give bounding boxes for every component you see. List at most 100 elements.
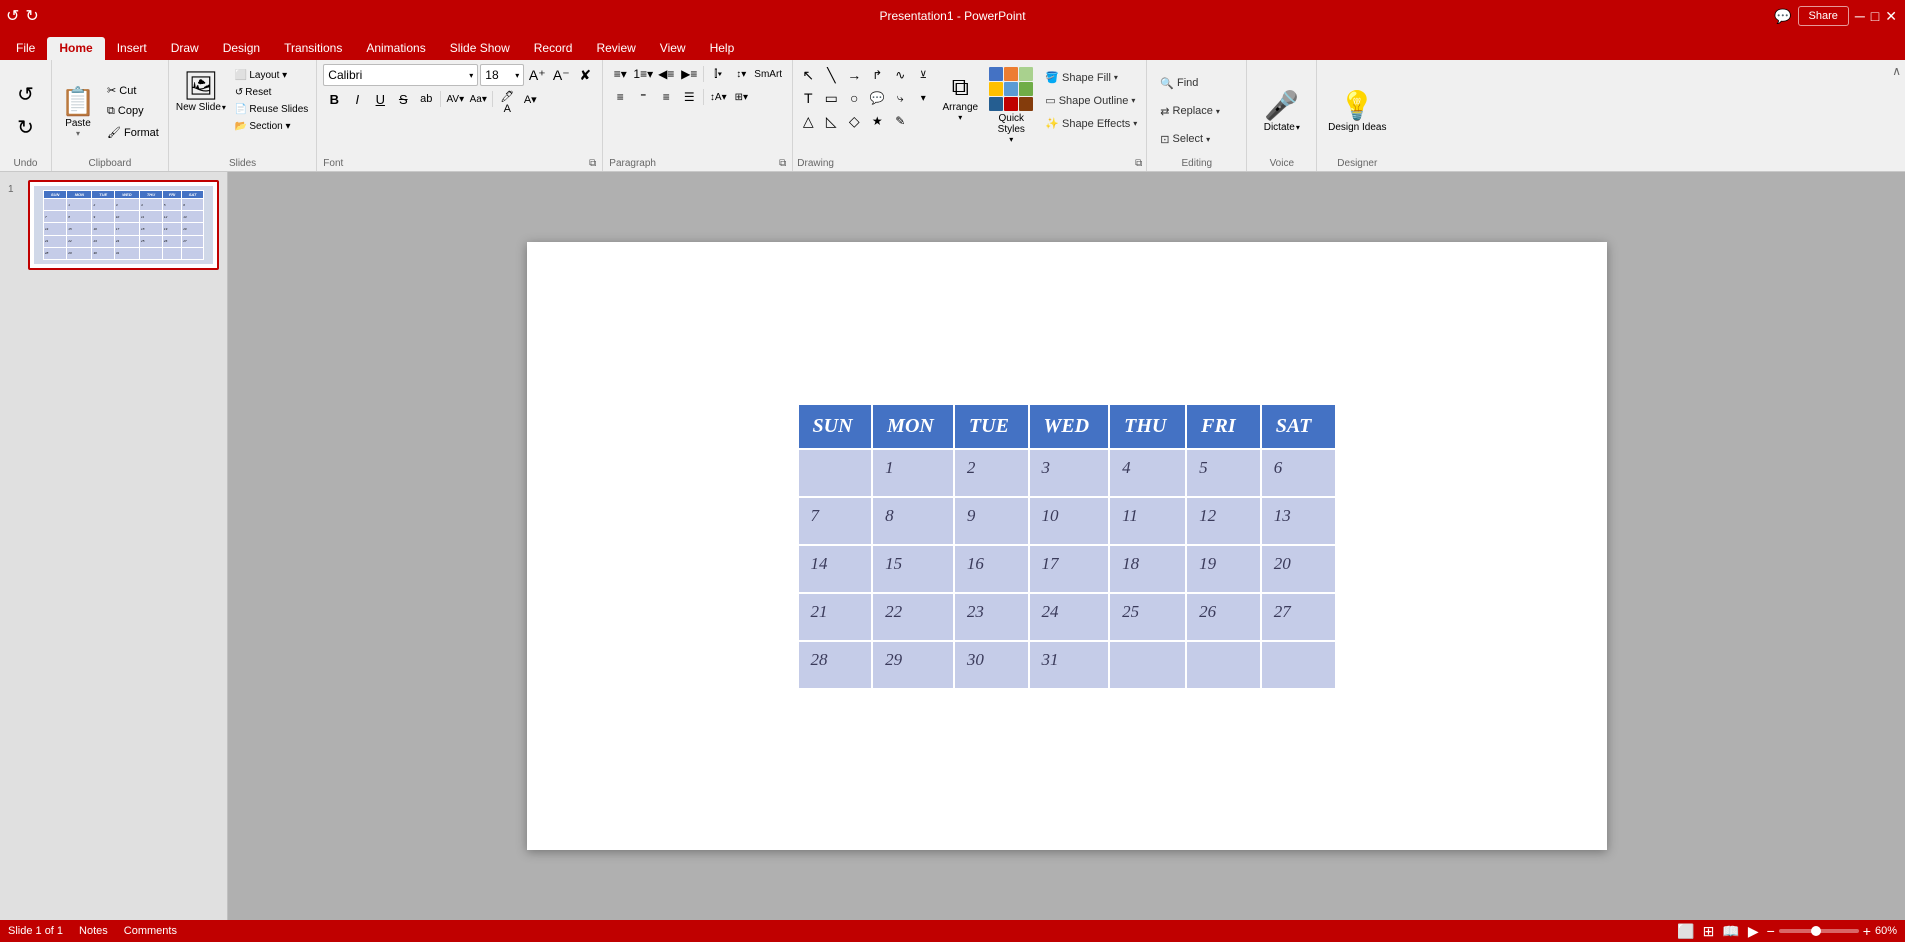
tab-file[interactable]: File [4,37,47,60]
smartart-button[interactable]: SmArt [753,64,775,84]
bullets-button[interactable]: ≡▾ [609,64,631,84]
triangle-tool[interactable]: △ [797,110,819,132]
clear-formatting-button[interactable]: ✘ [574,64,596,86]
tab-slideshow[interactable]: Slide Show [438,37,522,60]
bold-button[interactable]: B [323,89,345,109]
tab-home[interactable]: Home [47,37,104,60]
zoom-in-button[interactable]: + [1863,923,1871,939]
line-spacing-button[interactable]: ↕▾ [730,64,752,84]
rect-tool[interactable]: ▭ [820,87,842,109]
notes-button[interactable]: Notes [79,925,108,937]
shape-fill-button[interactable]: 🪣 Shape Fill ▾ [1040,68,1142,87]
format-painter-button[interactable]: 🖌 Format [102,123,164,142]
tab-review[interactable]: Review [584,37,647,60]
align-center-button[interactable]: ⁼ [632,87,654,107]
quick-styles-button[interactable]: QuickStyles ▾ [986,64,1036,147]
right-triangle-tool[interactable]: ◺ [820,110,842,132]
tab-draw[interactable]: Draw [159,37,211,60]
tab-design[interactable]: Design [211,37,272,60]
share-button[interactable]: Share [1798,6,1849,26]
undo-qat-button[interactable]: ↺ [4,4,21,28]
font-size-selector[interactable]: 18 ▾ [480,64,524,86]
reading-view-button[interactable]: 📖 [1722,923,1739,940]
layout-button[interactable]: ⬜ Layout ▾ [231,68,312,83]
text-direction-button[interactable]: ↕A▾ [707,87,729,107]
strikethrough-button[interactable]: S [392,89,414,109]
decrease-indent-button[interactable]: ◀≡ [655,64,677,84]
tab-help[interactable]: Help [698,37,747,60]
tab-record[interactable]: Record [522,37,585,60]
decrease-font-button[interactable]: A⁻ [550,64,572,86]
bent-arrow-tool[interactable]: ↱ [866,64,888,86]
slide-thumbnail-container[interactable]: 1 SUN MON TUE WED THU FRI [8,180,219,270]
redo-qat-button[interactable]: ↻ [23,4,40,28]
font-dialog-launcher[interactable]: ⧉ [589,158,596,169]
select-button[interactable]: ⊡ Select ▾ [1153,126,1240,152]
comments-button[interactable]: Comments [124,925,177,937]
shape-more-button[interactable]: ⊻ [912,64,934,86]
align-right-button[interactable]: ≡ [655,87,677,107]
shadow-button[interactable]: ab [415,89,437,109]
zoom-out-button[interactable]: − [1767,923,1775,939]
text-box-tool[interactable]: T [797,87,819,109]
numbering-button[interactable]: 1≡▾ [632,64,654,84]
align-left-button[interactable]: ≡ [609,87,631,107]
tab-view[interactable]: View [648,37,698,60]
font-color-button[interactable]: A▾ [519,89,541,109]
tab-animations[interactable]: Animations [354,37,437,60]
cursor-tool[interactable]: ↖ [797,64,819,86]
replace-button[interactable]: ⇄ Replace ▾ [1153,98,1240,124]
justify-button[interactable]: ☰ [678,87,700,107]
section-button[interactable]: 📂 Section ▾ [231,119,312,134]
maximize-button[interactable]: □ [1871,8,1879,24]
reuse-slides-button[interactable]: 📄 Reuse Slides [231,102,312,117]
diamond-tool[interactable]: ◇ [843,110,865,132]
columns-button[interactable]: ⫿▾ [707,64,729,84]
cut-button[interactable]: ✂ Cut [102,81,164,100]
text-highlight-button[interactable]: 🖊A [496,89,518,109]
increase-font-button[interactable]: A⁺ [526,64,548,86]
slide-sorter-button[interactable]: ⊞ [1703,923,1715,940]
character-spacing-button[interactable]: AV▾ [444,89,466,109]
minimize-button[interactable]: ─ [1855,8,1865,24]
zoom-slider[interactable] [1779,929,1859,933]
italic-button[interactable]: I [346,89,368,109]
comments-title-button[interactable]: 💬 [1774,8,1791,25]
tab-insert[interactable]: Insert [105,37,159,60]
star-tool[interactable]: ★ [866,110,888,132]
find-button[interactable]: 🔍 Find [1153,70,1240,96]
redo-button[interactable]: ↻ [10,112,41,143]
shapes-dropdown-button[interactable]: ▾ [912,87,934,109]
freeform-tool[interactable]: ✎ [889,110,911,132]
reset-button[interactable]: ↺ Reset [231,85,312,100]
drawing-dialog-launcher[interactable]: ⧉ [1135,158,1142,169]
paste-button[interactable]: 📋 Paste ▾ [56,77,100,145]
shape-effects-button[interactable]: ✨ Shape Effects ▾ [1040,114,1142,133]
connector-tool[interactable]: ⤷ [889,87,911,109]
slide-canvas[interactable]: SUN MON TUE WED THU FRI SAT 1 2 3 [527,242,1607,850]
tab-transitions[interactable]: Transitions [272,37,354,60]
font-name-selector[interactable]: Calibri ▾ [323,64,478,86]
undo-button[interactable]: ↺ [10,79,41,110]
dictate-button[interactable]: 🎤 Dictate ▾ [1253,64,1310,158]
oval-tool[interactable]: ○ [843,87,865,109]
copy-button[interactable]: ⧉ Copy [102,102,164,121]
collapse-ribbon-button[interactable]: ∧ [1888,60,1905,82]
underline-button[interactable]: U [369,89,391,109]
slideshow-button[interactable]: ▶ [1748,923,1759,940]
normal-view-button[interactable]: ⬜ [1677,923,1694,940]
paragraph-dialog-launcher[interactable]: ⧉ [779,158,786,169]
line-tool[interactable]: ╲ [820,64,842,86]
design-ideas-button[interactable]: 💡 Design Ideas [1323,64,1391,158]
increase-indent-button[interactable]: ▶≡ [678,64,700,84]
arrange-button[interactable]: ⧉ Arrange ▾ [938,64,982,132]
change-case-button[interactable]: Aa▾ [467,89,489,109]
curved-line-tool[interactable]: ∿ [889,64,911,86]
align-text-button[interactable]: ⊞▾ [730,87,752,107]
callout-tool[interactable]: 💬 [866,87,888,109]
new-slide-button[interactable]: 🖼 New Slide ▾ [173,66,229,116]
close-button[interactable]: ✕ [1885,8,1897,25]
shape-outline-button[interactable]: ▭ Shape Outline ▾ [1040,91,1142,110]
arrow-tool[interactable]: → [843,64,865,86]
canvas-area[interactable]: SUN MON TUE WED THU FRI SAT 1 2 3 [228,172,1905,920]
